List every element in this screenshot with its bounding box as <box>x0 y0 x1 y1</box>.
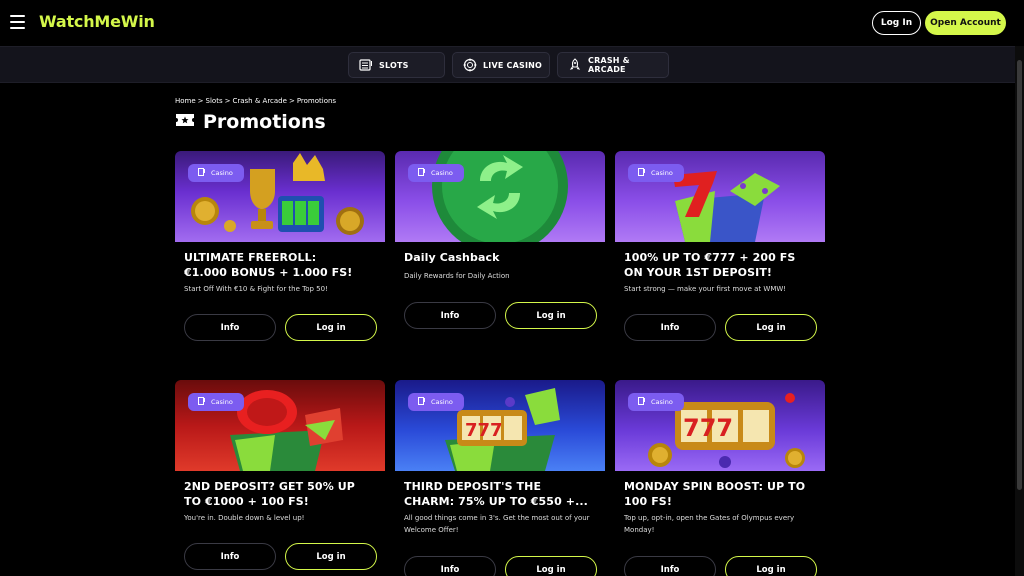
category-nav: SLOTS LIVE CASINO CRASH & ARCADE <box>0 46 1024 83</box>
breadcrumb: Home > Slots > Crash & Arcade > Promotio… <box>175 97 336 105</box>
open-account-button[interactable]: Open Account <box>925 11 1006 35</box>
category-live-casino[interactable]: LIVE CASINO <box>452 52 550 78</box>
breadcrumb-crash-arcade[interactable]: Crash & Arcade <box>232 97 286 105</box>
badge-label: Casino <box>211 398 233 406</box>
promo-title: Daily Cashback <box>404 250 600 265</box>
promo-title-line: TO €1000 + 100 FS! <box>184 495 309 508</box>
svg-text:777: 777 <box>465 420 503 441</box>
badge-label: Casino <box>431 169 453 177</box>
category-badge: Casino <box>628 393 684 411</box>
promo-image-cashback: Casino <box>395 151 605 242</box>
scrollbar-thumb[interactable] <box>1017 60 1022 490</box>
slot-machine-icon <box>359 58 373 72</box>
logo[interactable]: WatchMeWin <box>39 12 155 31</box>
promo-title-line: CHARM: 75% UP TO €550 +... <box>404 495 588 508</box>
promo-card: 777 Casino MONDAY SPIN BOOST: UP TO 100 … <box>615 380 825 576</box>
promo-description: Daily Rewards for Daily Action <box>404 272 510 280</box>
promo-title: MONDAY SPIN BOOST: UP TO 100 FS! <box>624 479 820 509</box>
promo-title-line: MONDAY SPIN BOOST: UP TO <box>624 480 806 493</box>
breadcrumb-current: Promotions <box>296 97 337 105</box>
slot-icon <box>638 397 646 407</box>
login-button[interactable]: Log in <box>505 302 597 329</box>
promo-title-line: 2ND DEPOSIT? GET 50% UP <box>184 480 355 493</box>
svg-text:777: 777 <box>683 414 733 442</box>
page-title: Promotions <box>175 111 326 133</box>
promo-description: Top up, opt-in, open the Gates of Olympu… <box>624 514 795 534</box>
promo-title: 2ND DEPOSIT? GET 50% UP TO €1000 + 100 F… <box>184 479 380 509</box>
login-button[interactable]: Log in <box>725 314 817 341</box>
login-button[interactable]: Log in <box>505 556 597 576</box>
promo-image-slot-coins: 777 Casino <box>615 380 825 471</box>
promo-card: Casino ULTIMATE FREEROLL: €1.000 BONUS +… <box>175 151 385 351</box>
login-button[interactable]: Log in <box>725 556 817 576</box>
category-badge: Casino <box>408 164 464 182</box>
slot-icon <box>418 168 426 178</box>
promo-title: ULTIMATE FREEROLL: €1.000 BONUS + 1.000 … <box>184 250 380 280</box>
info-button[interactable]: Info <box>624 314 716 341</box>
roulette-chip-icon <box>463 58 477 72</box>
badge-label: Casino <box>211 169 233 177</box>
promo-description: All good things come in 3's. Get the mos… <box>404 514 590 534</box>
login-button[interactable]: Log In <box>872 11 921 35</box>
category-badge: Casino <box>188 393 244 411</box>
promo-title-line: ON YOUR 1ST DEPOSIT! <box>624 266 773 279</box>
breadcrumb-separator: > <box>197 97 204 105</box>
category-label: CRASH & ARCADE <box>588 56 630 74</box>
slot-icon <box>198 168 206 178</box>
promo-title: 100% UP TO €777 + 200 FS ON YOUR 1ST DEP… <box>624 250 820 280</box>
badge-label: Casino <box>431 398 453 406</box>
promo-card: Casino 2ND DEPOSIT? GET 50% UP TO €1000 … <box>175 380 385 576</box>
promo-title-line: THIRD DEPOSIT'S THE <box>404 480 542 493</box>
promo-card: Casino Daily Cashback Daily Rewards for … <box>395 151 605 351</box>
slot-icon <box>638 168 646 178</box>
promo-image-chip: Casino <box>175 380 385 471</box>
promo-card: Casino 100% UP TO €777 + 200 FS ON YOUR … <box>615 151 825 351</box>
login-button[interactable]: Log in <box>285 543 377 570</box>
info-button[interactable]: Info <box>404 556 496 576</box>
info-button[interactable]: Info <box>624 556 716 576</box>
category-label: LIVE CASINO <box>483 60 543 70</box>
promo-title-line: 100 FS! <box>624 495 672 508</box>
breadcrumb-separator: > <box>288 97 295 105</box>
badge-label: Casino <box>651 169 673 177</box>
promo-description: Start Off With €10 & Fight for the Top 5… <box>184 285 328 293</box>
info-button[interactable]: Info <box>184 314 276 341</box>
info-button[interactable]: Info <box>404 302 496 329</box>
badge-label: Casino <box>651 398 673 406</box>
category-label: SLOTS <box>379 60 409 70</box>
promo-title-line: €1.000 BONUS + 1.000 FS! <box>184 266 353 279</box>
slot-icon <box>198 397 206 407</box>
promo-title: THIRD DEPOSIT'S THE CHARM: 75% UP TO €55… <box>404 479 600 509</box>
slot-icon <box>418 397 426 407</box>
breadcrumb-home[interactable]: Home <box>175 97 196 105</box>
category-slots[interactable]: SLOTS <box>348 52 445 78</box>
promo-description: You're in. Double down & level up! <box>184 514 305 522</box>
rocket-icon <box>568 58 582 72</box>
breadcrumb-slots[interactable]: Slots <box>206 97 223 105</box>
info-button[interactable]: Info <box>184 543 276 570</box>
promo-title-line: ULTIMATE FREEROLL: <box>184 251 317 264</box>
menu-icon[interactable] <box>10 15 25 29</box>
category-badge: Casino <box>188 164 244 182</box>
breadcrumb-separator: > <box>224 97 231 105</box>
promo-image-triple-seven: 777 Casino <box>395 380 605 471</box>
promo-title-line: 100% UP TO €777 + 200 FS <box>624 251 796 264</box>
login-button[interactable]: Log in <box>285 314 377 341</box>
promo-description: Start strong — make your first move at W… <box>624 285 787 293</box>
promo-card: 777 Casino THIRD DEPOSIT'S THE CHARM: 75… <box>395 380 605 576</box>
ticket-icon <box>175 112 195 132</box>
category-badge: Casino <box>628 164 684 182</box>
promo-title-line: Daily Cashback <box>404 251 500 264</box>
category-badge: Casino <box>408 393 464 411</box>
promo-image-lucky-seven: Casino <box>615 151 825 242</box>
promo-image-trophy: Casino <box>175 151 385 242</box>
page-title-text: Promotions <box>203 111 326 133</box>
category-crash-arcade[interactable]: CRASH & ARCADE <box>557 52 669 78</box>
top-header: WatchMeWin Log In Open Account <box>0 0 1024 46</box>
